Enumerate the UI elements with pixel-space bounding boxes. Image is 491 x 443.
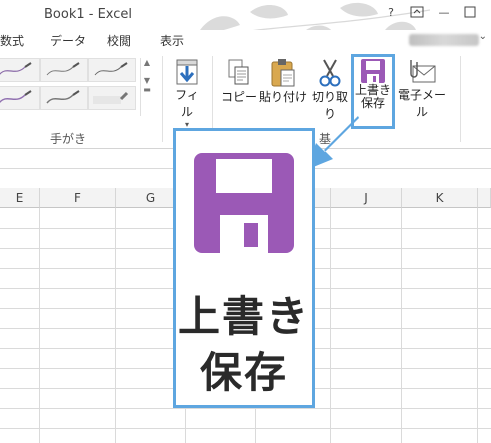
ribbon-tabs: 数式 データ 校閲 表示 ⌄ bbox=[0, 30, 491, 52]
email-button-label: 電子メール bbox=[397, 88, 446, 119]
zoomed-save-callout: 上書き 保存 bbox=[173, 128, 315, 408]
group-label-ink: 手がき bbox=[50, 132, 87, 146]
column-header-k[interactable]: K bbox=[402, 188, 478, 208]
copy-button[interactable]: コピー bbox=[218, 58, 260, 105]
zoomed-save-label-line2: 保存 bbox=[199, 348, 288, 397]
grid-line bbox=[0, 428, 491, 429]
column-header-next[interactable] bbox=[478, 188, 491, 208]
copy-button-label: コピー bbox=[220, 90, 257, 104]
tab-review[interactable]: 校閲 bbox=[107, 32, 131, 49]
fill-button-label: フィル bbox=[175, 88, 199, 119]
gallery-scrollbar[interactable]: ▲ ▼ ▬ bbox=[140, 58, 153, 116]
help-button[interactable]: ? bbox=[383, 6, 399, 20]
fill-down-icon bbox=[176, 59, 198, 85]
pen-style-option[interactable] bbox=[88, 58, 136, 82]
group-divider bbox=[460, 56, 461, 142]
paste-icon bbox=[271, 59, 295, 87]
highlighter-option[interactable] bbox=[88, 86, 136, 110]
column-header-e[interactable]: E bbox=[0, 188, 40, 208]
copy-icon bbox=[228, 59, 249, 85]
zoomed-save-label-line1: 上書き bbox=[177, 292, 310, 341]
paste-button[interactable]: 貼り付け bbox=[258, 58, 308, 105]
pen-style-option[interactable] bbox=[0, 58, 40, 82]
account-name[interactable] bbox=[409, 34, 479, 46]
paste-button-label: 貼り付け bbox=[258, 90, 307, 104]
chevron-down-icon[interactable]: ⌄ bbox=[479, 31, 487, 42]
title-bar: Book1 - Excel ? — bbox=[0, 0, 491, 30]
pen-gallery bbox=[0, 58, 154, 114]
floppy-disk-icon bbox=[194, 153, 294, 253]
tab-data[interactable]: データ bbox=[50, 32, 86, 49]
tab-formulas[interactable]: 数式 bbox=[0, 32, 24, 49]
pen-style-option[interactable] bbox=[40, 86, 88, 110]
column-header-j[interactable]: J bbox=[331, 188, 402, 208]
ribbon-display-options-icon[interactable] bbox=[409, 6, 425, 20]
pen-style-option[interactable] bbox=[40, 58, 88, 82]
grid-line bbox=[0, 408, 491, 409]
group-divider bbox=[162, 56, 163, 142]
tab-view[interactable]: 表示 bbox=[160, 32, 184, 49]
email-button[interactable]: 電子メール bbox=[393, 58, 451, 120]
fill-button[interactable]: フィル ▾ bbox=[170, 58, 204, 129]
minimize-button[interactable]: — bbox=[436, 6, 452, 20]
pen-style-option[interactable] bbox=[0, 86, 40, 110]
window-title: Book1 - Excel bbox=[44, 7, 133, 22]
maximize-icon[interactable] bbox=[462, 6, 478, 20]
email-attachment-icon bbox=[410, 60, 436, 83]
column-header-f[interactable]: F bbox=[40, 188, 116, 208]
scissors-icon bbox=[319, 59, 341, 87]
